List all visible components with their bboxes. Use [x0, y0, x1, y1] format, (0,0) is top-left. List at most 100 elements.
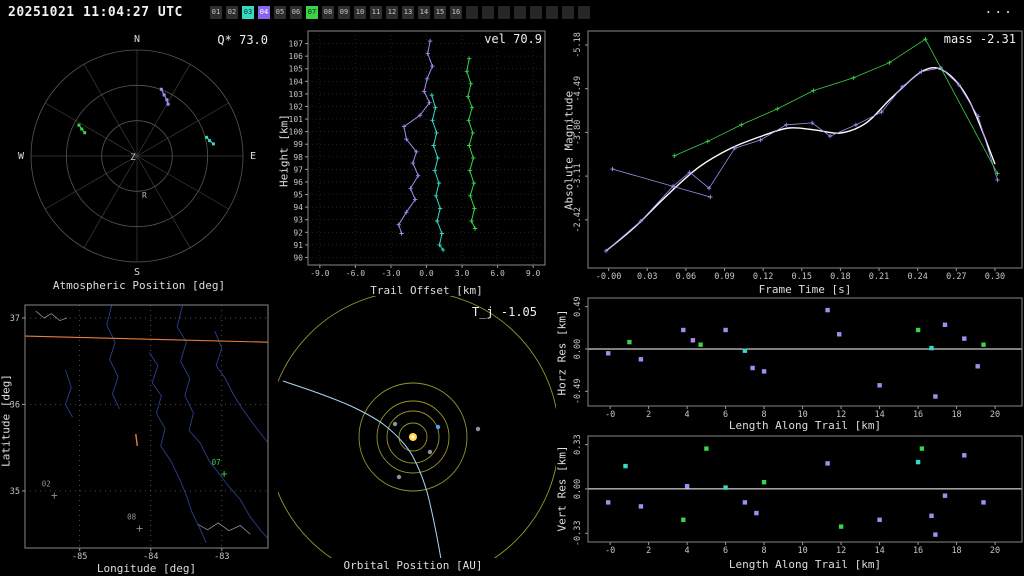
utc-timestamp: 20251021 11:04:27 UTC — [8, 5, 183, 20]
svg-text:100: 100 — [289, 128, 304, 137]
station-toggle-empty[interactable] — [546, 6, 558, 19]
svg-text:0.0: 0.0 — [419, 269, 434, 278]
svg-text:18: 18 — [951, 546, 961, 556]
station-toggle-04[interactable]: 04 — [258, 6, 270, 19]
svg-text:102: 102 — [289, 102, 304, 111]
station-toggle-empty[interactable] — [482, 6, 494, 19]
station-toggle-empty[interactable] — [578, 6, 590, 19]
station-toggle-11[interactable]: 11 — [370, 6, 382, 19]
svg-text:N: N — [134, 34, 140, 45]
station-toggle-empty[interactable] — [514, 6, 526, 19]
svg-text:90: 90 — [293, 253, 303, 262]
station-toggle-empty[interactable] — [530, 6, 542, 19]
panel-trail-offset: -9.0 -6.0 -3.0 0.0 3.0 6.0 9.0 90 91 92 93 94 95 96 97… — [278, 26, 556, 300]
station-toggle-01[interactable]: 01 — [210, 6, 222, 19]
svg-text:4: 4 — [685, 546, 690, 556]
svg-text:07: 07 — [212, 458, 221, 467]
station-toggle-06[interactable]: 06 — [290, 6, 302, 19]
light-curve-plot: -0.00 0.03 0.06 0.09 0.12 0.15 0.18 0.21 0.24 0.2… — [573, 30, 1023, 282]
svg-text:105: 105 — [289, 65, 304, 74]
panel-orbital-position: T_j -1.05 Orbital Position [AU] — [278, 296, 556, 576]
svg-text:0.24: 0.24 — [907, 272, 927, 282]
station-toggle-09[interactable]: 09 — [338, 6, 350, 19]
horz-res-y-axis-label: Horz Res [km] — [555, 309, 569, 396]
svg-text:16: 16 — [913, 546, 923, 556]
magnitude-x-axis-label: Frame Time [s] — [758, 283, 852, 296]
svg-text:14: 14 — [874, 546, 884, 556]
panel-ground-track-map: -85 -84 -83 35 36 37 02 07 08 Latitude [deg] Lon… — [0, 296, 278, 576]
svg-text:96: 96 — [293, 178, 303, 187]
svg-text:-0: -0 — [605, 546, 615, 556]
overflow-menu-button[interactable]: ... — [985, 2, 1014, 17]
station-toggle-03[interactable]: 03 — [242, 6, 254, 19]
svg-text:103: 103 — [289, 90, 304, 99]
svg-text:R: R — [142, 191, 147, 200]
atmos-plot-title: Atmospheric Position [deg] — [52, 279, 226, 292]
ground-track-map-plot: -85 -84 -83353637020708 — [10, 304, 269, 562]
svg-text:101: 101 — [289, 115, 304, 124]
svg-text:E: E — [250, 151, 256, 162]
svg-text:-0.33: -0.33 — [573, 520, 583, 546]
station-toggle-15[interactable]: 15 — [434, 6, 446, 19]
mass-readout: mass -2.31 — [943, 32, 1016, 46]
station-toggle-14[interactable]: 14 — [418, 6, 430, 19]
velocity-readout: vel 70.9 — [484, 32, 542, 46]
svg-text:3.0: 3.0 — [455, 269, 470, 278]
station-toggle-empty[interactable] — [466, 6, 478, 19]
panel-atmospheric-position: N E S W Z R Q* 73.0 Atmospheric Position [deg… — [0, 26, 278, 296]
station-toggle-empty[interactable] — [498, 6, 510, 19]
orbit-plot-title: Orbital Position [AU] — [343, 559, 483, 572]
horz-res-x-axis-label: Length Along Trail [km] — [728, 419, 882, 432]
svg-text:20: 20 — [990, 546, 1000, 556]
panel-residuals: -0 2 4 6 8 10 12 14 16 18 20 0.49 0.00 -0.49 -0 2 4 6 8 10… — [556, 296, 1024, 576]
svg-text:0.00: 0.00 — [573, 479, 583, 499]
station-toggle-13[interactable]: 13 — [402, 6, 414, 19]
svg-text:-0.49: -0.49 — [573, 379, 583, 405]
svg-text:97: 97 — [293, 165, 303, 174]
tisserand-readout: T_j -1.05 — [471, 305, 537, 319]
station-toggle-empty[interactable] — [562, 6, 574, 19]
svg-text:2: 2 — [646, 546, 651, 556]
svg-text:0.33: 0.33 — [573, 434, 583, 454]
svg-text:99: 99 — [293, 140, 303, 149]
svg-text:0.27: 0.27 — [946, 272, 966, 282]
svg-text:02: 02 — [42, 480, 51, 489]
svg-text:W: W — [18, 151, 25, 162]
station-toggle-07[interactable]: 07 — [306, 6, 318, 19]
trail-offset-plot: -9.0 -6.0 -3.0 0.0 3.0 6.0 9.0 90 91 92 93 94 95 96 97… — [289, 30, 546, 278]
station-toggle-16[interactable]: 16 — [450, 6, 462, 19]
svg-text:-6.0: -6.0 — [346, 269, 365, 278]
svg-text:0.06: 0.06 — [676, 272, 696, 282]
svg-text:98: 98 — [293, 153, 303, 162]
svg-text:37: 37 — [10, 314, 20, 324]
svg-text:-9.0: -9.0 — [310, 269, 329, 278]
atmospheric-position-plot: N E S W Z R — [18, 34, 256, 276]
svg-text:-84: -84 — [143, 552, 158, 562]
svg-text:9.0: 9.0 — [526, 269, 541, 278]
svg-text:0.09: 0.09 — [714, 272, 734, 282]
svg-text:0.15: 0.15 — [792, 272, 812, 282]
svg-text:S: S — [134, 267, 140, 276]
magnitude-y-axis-label: Absolute Magnitude — [562, 90, 576, 211]
map-y-axis-label: Latitude [deg] — [0, 374, 13, 467]
svg-text:0.49: 0.49 — [573, 296, 583, 316]
vert-res-x-axis-label: Length Along Trail [km] — [728, 558, 882, 571]
station-toggle-12[interactable]: 12 — [386, 6, 398, 19]
svg-text:35: 35 — [10, 487, 20, 497]
station-toggle-05[interactable]: 05 — [274, 6, 286, 19]
svg-text:0.03: 0.03 — [637, 272, 657, 282]
panel-light-curve: -0.00 0.03 0.06 0.09 0.12 0.15 0.18 0.21 0.24 0.2… — [556, 26, 1024, 300]
top-bar: 20251021 11:04:27 UTC 01 02 03 04 05 06 07 08 09… — [0, 0, 1024, 26]
orbital-position-plot — [278, 296, 556, 558]
horizontal-residuals-plot: -0 2 4 6 8 10 12 14 16 18 200.490.00-0.49 — [573, 296, 1023, 420]
svg-text:-85: -85 — [72, 552, 87, 562]
svg-text:-5.18: -5.18 — [573, 32, 583, 58]
map-x-axis-label: Longitude [deg] — [96, 562, 197, 575]
svg-text:0.00: 0.00 — [573, 339, 583, 359]
svg-text:08: 08 — [127, 512, 137, 521]
station-toggle-08[interactable]: 08 — [322, 6, 334, 19]
station-toggle-10[interactable]: 10 — [354, 6, 366, 19]
station-toggle-02[interactable]: 02 — [226, 6, 238, 19]
vert-res-y-axis-label: Vert Res [km] — [555, 445, 569, 532]
svg-text:95: 95 — [293, 191, 303, 200]
